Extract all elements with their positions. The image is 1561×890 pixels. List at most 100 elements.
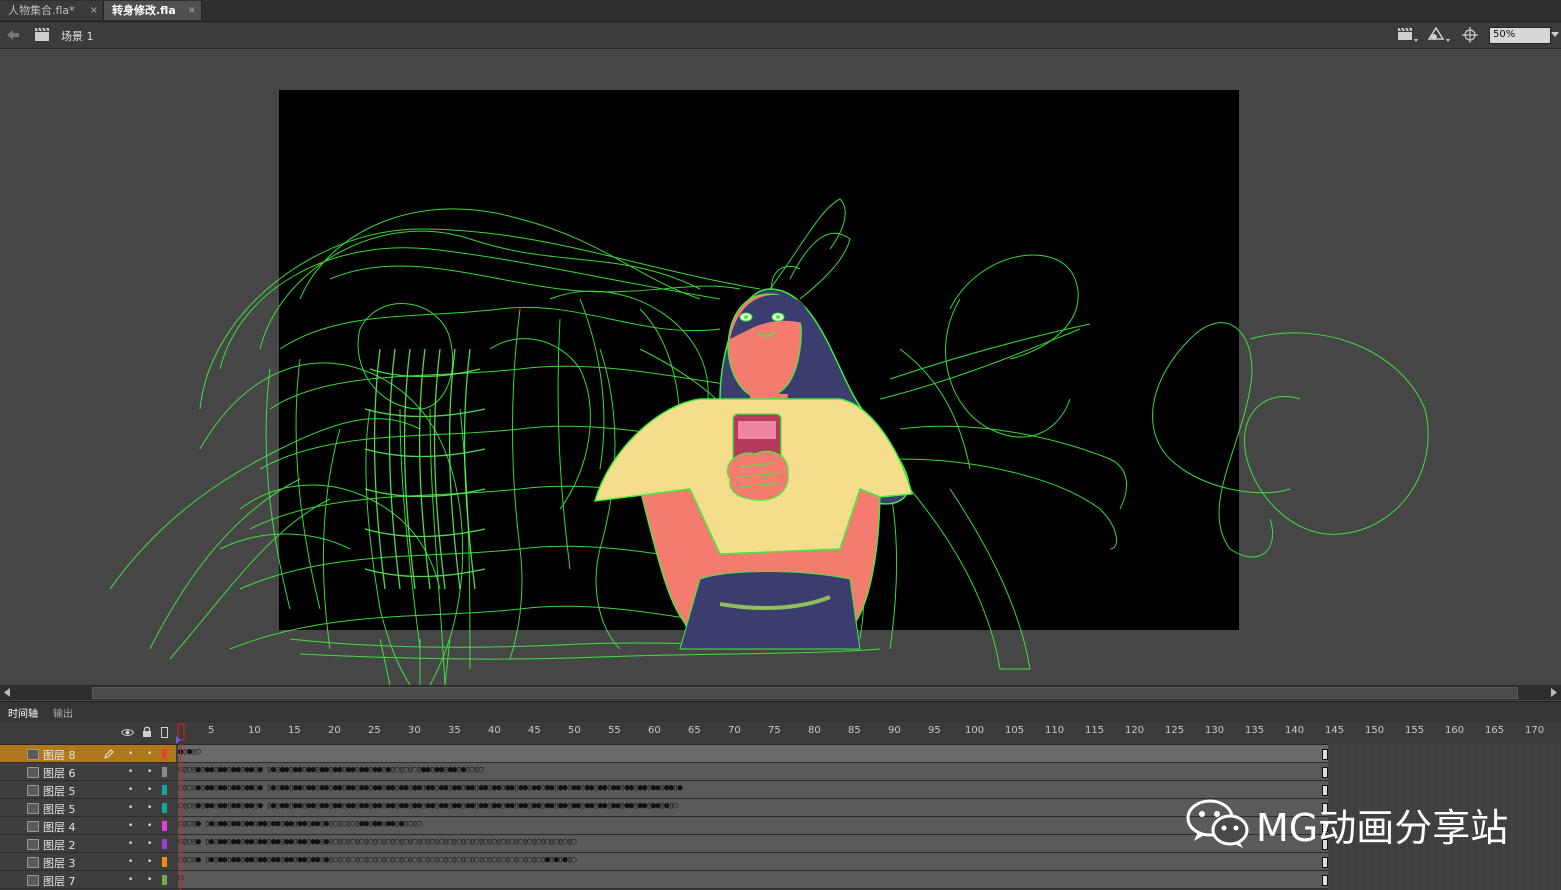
visibility-dot[interactable]: • [128,839,133,849]
visibility-dot[interactable]: • [128,875,133,885]
lock-dot[interactable]: • [147,785,152,795]
tab-renwu-jihe[interactable]: 人物集合.fla* × [0,1,104,20]
stage-horizontal-scrollbar[interactable] [0,685,1561,700]
clapper-dropdown-icon[interactable] [1397,27,1419,43]
lock-icon[interactable] [142,726,152,738]
back-arrow-icon[interactable] [6,29,20,41]
layer-row[interactable]: 图层 3 • • [0,853,176,871]
layer-row[interactable]: 图层 5 • • [0,781,176,799]
visibility-dot[interactable]: • [128,749,133,759]
frame-row[interactable]: ○▯○▯● ▯●▯●●▯●●▯●●▯●●▯●●▯●●▯●●▯●●▯●▯○▯○▯○… [178,853,1328,871]
layer-color-swatch[interactable] [162,821,167,831]
visibility-dot[interactable]: • [128,803,133,813]
ruler-tick: 140 [1285,725,1305,736]
pencil-icon [104,749,114,759]
playhead-line[interactable] [180,744,181,890]
layer-icon [27,857,39,868]
ruler-tick: 90 [888,725,901,736]
lock-dot[interactable]: • [147,749,152,759]
layer-icon [27,821,39,832]
ruler-tick: 15 [288,725,301,736]
layer-icon [27,839,39,850]
ruler-tick: 30 [408,725,421,736]
layer-name[interactable]: 图层 7 [43,873,76,889]
ruler-tick: 85 [848,725,861,736]
layer-header [0,722,176,745]
layer-color-swatch[interactable] [162,839,167,849]
layer-color-swatch[interactable] [162,857,167,867]
layer-name[interactable]: 图层 8 [43,747,76,763]
lock-dot[interactable]: • [147,875,152,885]
ruler-tick: 10 [248,725,261,736]
zoom-field[interactable]: 50% [1489,27,1551,44]
zoom-dropdown-icon[interactable] [1551,32,1559,38]
tab-timeline[interactable]: 时间轴 [8,705,38,720]
keyframes: ○▯○▯● ▯●▯●●▯●●▯●●▯●●▯●●▯●●▯●●▯●●▯●▯○▯○▯○… [178,837,577,847]
visibility-dot[interactable]: • [128,767,133,777]
visibility-dot[interactable]: • [128,857,133,867]
frame-row[interactable]: ○ [178,871,1328,889]
layer-row[interactable]: 图层 5 • • [0,799,176,817]
lock-dot[interactable]: • [147,803,152,813]
tab-output[interactable]: 输出 [53,705,73,720]
crosshair-icon[interactable] [1462,27,1478,43]
frame-row[interactable]: ○▯○▯●▯●●▯●●▯●●▯●●▯● ▯●▯●●▯●●▯●●▯●●▯●●▯●●… [178,763,1328,781]
stage-area[interactable] [0,49,1561,685]
frame-row[interactable]: ○▯○▯● ▯●▯●●▯●●▯●●▯●●▯●●▯●●▯●●▯●●▯●▯○▯○▯○… [178,835,1328,853]
scene-label[interactable]: 场景 1 [61,28,94,44]
layer-color-swatch[interactable] [162,803,167,813]
layer-icon [27,803,39,814]
layer-name[interactable]: 图层 5 [43,801,76,817]
lock-dot[interactable]: • [147,767,152,777]
layer-row[interactable]: 图层 4 • • [0,817,176,835]
layer-name[interactable]: 图层 2 [43,837,76,853]
keyframes: ○▯○▯●▯●●▯●●▯●●▯●●▯● ▯●▯●●▯●●▯●●▯●●▯●●▯●●… [178,783,683,793]
scroll-left-icon[interactable] [3,688,11,697]
tab-zhuanshen-xiugai[interactable]: 转身修改.fla × [104,1,202,20]
layer-color-swatch[interactable] [162,767,167,777]
ruler-tick: 115 [1085,725,1105,736]
frame-row[interactable]: ○▯○▯●▯●●▯●●▯●●▯●●▯● ▯●▯●●▯●●▯●●▯●●▯●●▯●●… [178,781,1328,799]
layer-row[interactable]: 图层 7 • • [0,871,176,889]
ruler-tick: 165 [1485,725,1505,736]
wechat-icon [1186,799,1249,848]
close-tab-icon[interactable]: × [90,1,98,20]
visibility-dot[interactable]: • [128,821,133,831]
layer-icon [27,785,39,796]
layer-name[interactable]: 图层 3 [43,855,76,871]
scroll-thumb[interactable] [92,687,1518,699]
symbol-dropdown-icon[interactable] [1428,27,1452,43]
visibility-dot[interactable]: • [128,785,133,795]
layer-color-swatch[interactable] [162,749,167,759]
clapper-icon [35,27,49,41]
ruler-tick: 20 [328,725,341,736]
eye-icon[interactable] [121,728,134,737]
frame-row[interactable]: ○▯○▯●▯●●▯●●▯●●▯●●▯● ▯●▯●●▯●●▯●●▯●●▯●●▯●●… [178,799,1328,817]
scroll-right-icon[interactable] [1550,688,1558,697]
layer-row[interactable]: 图层 8 • • [0,745,176,763]
ruler-tick: 70 [728,725,741,736]
watermark: MG动画分享站 [1186,795,1516,851]
keyframes: ○▯○▯●▯●●▯●●▯●●▯●●▯● ▯●▯●●▯●●▯●●▯●●▯●●▯●●… [178,801,678,811]
keyframes: ○▯○▯●▯●●▯●●▯●●▯●●▯● ▯●▯●●▯●●▯●●▯●●▯●●▯●●… [178,765,484,775]
layer-row[interactable]: 图层 2 • • [0,835,176,853]
layer-color-swatch[interactable] [162,875,167,885]
layer-icon [27,875,39,886]
frame-ruler[interactable]: 5 10 15 20 25 30 35 40 45 50 55 60 65 70 75 80 85 90 95 100… [176,722,1561,745]
frame-row[interactable]: ○▯○▯● ▯●▯●●▯●●▯●●▯●●▯●●▯●●▯●●▯●●▯●▯○▯○▯○… [178,817,1328,835]
lock-dot[interactable]: • [147,857,152,867]
playhead-marker-icon[interactable] [176,722,186,744]
lock-dot[interactable]: • [147,821,152,831]
layer-name[interactable]: 图层 5 [43,783,76,799]
layer-name[interactable]: 图层 6 [43,765,76,781]
document-tab-bar: 人物集合.fla* × 转身修改.fla × [0,0,1561,22]
frame-row[interactable]: ●▯●▯○ [178,745,1328,763]
outline-icon[interactable] [161,727,168,738]
tab-label: 人物集合.fla* [8,4,75,17]
lock-dot[interactable]: • [147,839,152,849]
layer-color-swatch[interactable] [162,785,167,795]
layer-name[interactable]: 图层 4 [43,819,76,835]
layer-row[interactable]: 图层 6 • • [0,763,176,781]
ruler-tick: 50 [568,725,581,736]
close-tab-icon[interactable]: × [188,1,196,20]
